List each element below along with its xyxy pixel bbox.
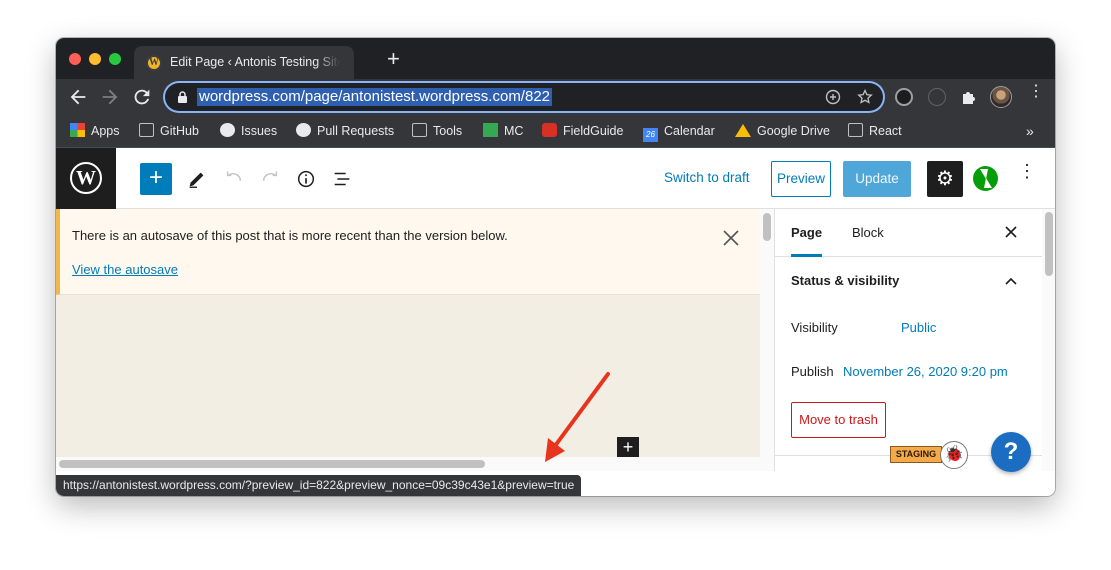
bookmark-star-icon[interactable]	[857, 89, 873, 105]
puzzle-extensions-icon[interactable]	[960, 88, 978, 106]
bookmark-mc[interactable]: MC	[483, 123, 523, 139]
wordpress-favicon-icon: W	[146, 55, 162, 71]
forward-arrow-icon[interactable]	[99, 86, 121, 108]
folder-icon	[412, 123, 427, 137]
back-arrow-icon[interactable]	[67, 86, 89, 108]
list-view-icon[interactable]	[331, 168, 353, 190]
bug-report-icon[interactable]: 🐞	[940, 441, 968, 469]
close-icon[interactable]	[720, 227, 742, 249]
add-block-button[interactable]: +	[140, 163, 172, 195]
more-options-icon[interactable]: ⋮	[1018, 162, 1036, 180]
editor-canvas[interactable]: There is an autosave of this post that i…	[56, 209, 760, 457]
google-drive-icon	[735, 124, 751, 137]
close-icon[interactable]	[1003, 224, 1019, 240]
notice-text: There is an autosave of this post that i…	[72, 228, 508, 243]
redo-icon[interactable]	[259, 168, 281, 190]
bookmark-github[interactable]: GitHub	[139, 123, 199, 139]
fieldguide-icon	[542, 123, 557, 137]
more-bookmarks-chevron[interactable]: »	[1026, 123, 1034, 139]
editor-header: W + Switch to draft Preview Update ⚙ ⋮	[56, 148, 1055, 209]
tab-block[interactable]: Block	[852, 209, 884, 257]
scrollbar-thumb[interactable]	[763, 213, 771, 241]
reload-icon[interactable]	[131, 86, 153, 108]
wordpress-logo-button[interactable]: W	[56, 148, 116, 209]
bookmark-issues[interactable]: Issues	[220, 123, 277, 139]
bookmark-fieldguide[interactable]: FieldGuide	[542, 123, 623, 139]
tab-page[interactable]: Page	[791, 209, 823, 257]
maximize-window-button[interactable]	[109, 53, 121, 65]
bookmarks-bar: Apps GitHub Issues Pull Requests Tools M…	[56, 115, 1055, 148]
folder-icon	[848, 123, 863, 137]
bookmark-tools[interactable]: Tools	[412, 123, 462, 139]
tab-title: Edit Page ‹ Antonis Testing Site — WordP…	[170, 55, 340, 69]
undo-icon[interactable]	[223, 168, 245, 190]
github-icon	[296, 123, 311, 137]
minimize-window-button[interactable]	[89, 53, 101, 65]
edit-pencil-icon[interactable]	[186, 168, 208, 190]
annotation-arrow-icon	[545, 372, 610, 462]
close-window-button[interactable]	[69, 53, 81, 65]
address-bar[interactable]: wordpress.com/page/antonistest.wordpress…	[165, 83, 883, 111]
status-visibility-heading[interactable]: Status & visibility	[791, 273, 899, 288]
view-autosave-link[interactable]: View the autosave	[72, 262, 178, 277]
bookmark-react[interactable]: React	[848, 123, 902, 139]
sidebar-tabs: Page Block	[775, 209, 1042, 257]
wordpress-logo-icon: W	[70, 162, 102, 194]
add-circle-icon[interactable]	[825, 89, 841, 105]
folder-icon	[139, 123, 154, 137]
chrome-menu-icon[interactable]: ⋮	[1028, 84, 1044, 100]
extension-soccer-icon[interactable]	[895, 88, 913, 106]
bookmark-pull-requests[interactable]: Pull Requests	[296, 123, 394, 139]
browser-toolbar: wordpress.com/page/antonistest.wordpress…	[56, 79, 1055, 115]
editor-scrollbar[interactable]	[760, 209, 774, 457]
publish-date-toggle[interactable]: November 26, 2020 9:20 pm	[843, 364, 1008, 379]
apps-grid-icon	[70, 123, 85, 137]
status-bar-url: https://antonistest.wordpress.com/?previ…	[56, 475, 582, 496]
settings-gear-icon[interactable]: ⚙	[927, 161, 963, 197]
chevron-up-icon[interactable]	[1003, 273, 1019, 289]
staging-badge: STAGING	[890, 446, 942, 463]
jetpack-icon[interactable]	[973, 166, 998, 191]
url-text: wordpress.com/page/antonistest.wordpress…	[197, 88, 553, 106]
switch-to-draft-button[interactable]: Switch to draft	[664, 170, 750, 185]
publish-label: Publish	[791, 364, 834, 379]
new-tab-button[interactable]: +	[387, 48, 400, 70]
calendar-icon: 26	[643, 128, 658, 142]
add-block-inline-button[interactable]: +	[617, 437, 639, 457]
chart-icon	[483, 123, 498, 137]
scrollbar-thumb[interactable]	[1045, 212, 1053, 276]
bookmark-apps[interactable]: Apps	[70, 123, 120, 139]
profile-avatar[interactable]	[990, 86, 1012, 108]
browser-tab[interactable]: W Edit Page ‹ Antonis Testing Site — Wor…	[134, 46, 354, 79]
horizontal-scrollbar[interactable]	[56, 457, 774, 471]
details-info-icon[interactable]	[295, 168, 317, 190]
scrollbar-thumb[interactable]	[59, 460, 485, 468]
lock-icon	[178, 91, 187, 103]
help-button[interactable]: ?	[991, 432, 1031, 472]
preview-button[interactable]: Preview	[771, 161, 831, 197]
autosave-notice: There is an autosave of this post that i…	[56, 209, 760, 295]
bookmark-calendar[interactable]: 26 Calendar	[643, 123, 715, 142]
extension-info-icon[interactable]	[928, 88, 946, 106]
bookmark-google-drive[interactable]: Google Drive	[735, 123, 830, 139]
sidebar-scrollbar[interactable]	[1042, 209, 1055, 471]
visibility-toggle[interactable]: Public	[901, 320, 936, 335]
tab-strip: W Edit Page ‹ Antonis Testing Site — Wor…	[56, 38, 1055, 79]
update-button[interactable]: Update	[843, 161, 911, 197]
move-to-trash-button[interactable]: Move to trash	[791, 402, 886, 438]
visibility-label: Visibility	[791, 320, 838, 335]
github-icon	[220, 123, 235, 137]
